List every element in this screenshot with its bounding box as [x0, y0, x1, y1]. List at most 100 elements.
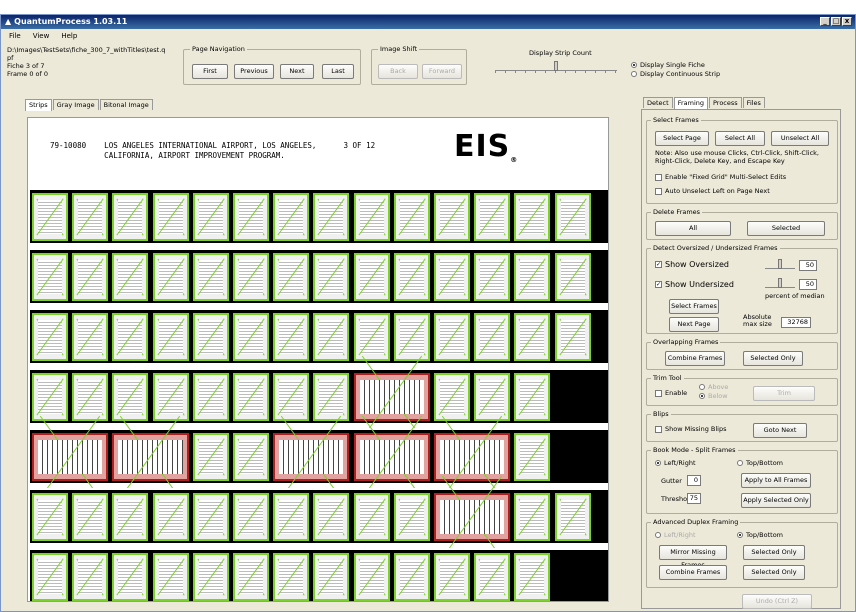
gutter-value[interactable]: 0: [687, 475, 701, 486]
frame-thumbnail[interactable]: [192, 373, 229, 421]
fiche-strip[interactable]: [30, 188, 608, 243]
tab-gray-image[interactable]: Gray Image: [52, 99, 99, 110]
last-button[interactable]: Last: [322, 64, 354, 79]
frame-thumbnail[interactable]: [233, 313, 269, 361]
frame-thumbnail[interactable]: [32, 313, 68, 361]
fiche-strip[interactable]: [30, 428, 608, 483]
frame-thumbnail[interactable]: [474, 553, 511, 601]
trim-above-option[interactable]: Above: [699, 383, 728, 391]
frame-thumbnail[interactable]: [273, 193, 310, 241]
book-left-right-option[interactable]: Left/Right: [655, 459, 696, 467]
max-size-value[interactable]: 32768: [781, 317, 811, 328]
trim-enable-checkbox[interactable]: Enable: [655, 389, 687, 397]
menu-help[interactable]: Help: [59, 30, 79, 42]
overlap-selected-only-button[interactable]: Selected Only: [743, 351, 803, 366]
book-top-bottom-option[interactable]: Top/Bottom: [737, 459, 783, 467]
auto-unselect-checkbox[interactable]: Auto Unselect Left on Page Next: [655, 187, 770, 195]
duplex-combine-frames-button[interactable]: Combine Frames: [659, 565, 727, 580]
mirror-missing-frames-button[interactable]: Mirror Missing Frames: [659, 545, 727, 569]
oversized-frame[interactable]: [353, 433, 430, 481]
frame-thumbnail[interactable]: [313, 493, 350, 541]
tab-framing[interactable]: Framing: [673, 97, 708, 109]
undo-button[interactable]: Undo (Ctrl Z): [742, 594, 812, 609]
strip-viewer[interactable]: 79-10080 LOS ANGELES INTERNATIONAL AIRPO…: [27, 117, 609, 602]
frame-thumbnail[interactable]: [554, 193, 591, 241]
frame-thumbnail[interactable]: [514, 193, 551, 241]
frame-thumbnail[interactable]: [233, 253, 269, 301]
frame-thumbnail[interactable]: [192, 253, 229, 301]
frame-thumbnail[interactable]: [554, 253, 591, 301]
unselect-all-button[interactable]: Unselect All: [771, 131, 829, 146]
frame-thumbnail[interactable]: [434, 313, 470, 361]
frame-thumbnail[interactable]: [393, 553, 430, 601]
frame-thumbnail[interactable]: [313, 553, 350, 601]
show-oversized-checkbox[interactable]: ✓ Show Oversized: [655, 261, 729, 269]
select-all-button[interactable]: Select All: [715, 131, 765, 146]
frame-thumbnail[interactable]: [273, 253, 310, 301]
frame-thumbnail[interactable]: [32, 493, 68, 541]
menu-view[interactable]: View: [31, 30, 52, 42]
slider-thumb[interactable]: [554, 61, 558, 71]
fiche-strip[interactable]: [30, 368, 608, 423]
frame-thumbnail[interactable]: [514, 373, 551, 421]
frame-thumbnail[interactable]: [353, 193, 390, 241]
oversized-frame[interactable]: [112, 433, 189, 481]
frame-thumbnail[interactable]: [353, 253, 390, 301]
frame-thumbnail[interactable]: [434, 373, 470, 421]
frame-thumbnail[interactable]: [514, 313, 551, 361]
show-undersized-checkbox[interactable]: ✓ Show Undersized: [655, 281, 734, 289]
frame-thumbnail[interactable]: [112, 493, 149, 541]
tab-process[interactable]: Process: [709, 97, 742, 108]
frame-thumbnail[interactable]: [112, 253, 149, 301]
display-strip-count-slider[interactable]: [495, 61, 617, 73]
oversized-frame[interactable]: [273, 433, 350, 481]
frame-thumbnail[interactable]: [112, 373, 149, 421]
frame-thumbnail[interactable]: [434, 253, 470, 301]
frame-thumbnail[interactable]: [393, 193, 430, 241]
tab-detect[interactable]: Detect: [643, 97, 673, 108]
frame-thumbnail[interactable]: [273, 553, 310, 601]
frame-thumbnail[interactable]: [32, 373, 68, 421]
minimize-button[interactable]: _: [820, 17, 830, 26]
duplex-top-bottom-option[interactable]: Top/Bottom: [737, 531, 783, 539]
next-button[interactable]: Next: [280, 64, 314, 79]
frame-thumbnail[interactable]: [192, 433, 229, 481]
frame-thumbnail[interactable]: [32, 193, 68, 241]
trim-button[interactable]: Trim: [753, 386, 815, 401]
trim-below-option[interactable]: Below: [699, 392, 728, 400]
forward-button[interactable]: Forward: [422, 64, 462, 79]
frame-thumbnail[interactable]: [152, 553, 189, 601]
frame-thumbnail[interactable]: [474, 373, 511, 421]
frame-thumbnail[interactable]: [72, 373, 109, 421]
goto-next-button[interactable]: Goto Next: [753, 423, 807, 438]
frame-thumbnail[interactable]: [353, 553, 390, 601]
frame-thumbnail[interactable]: [514, 553, 551, 601]
frame-thumbnail[interactable]: [273, 493, 310, 541]
oversize-select-frames-button[interactable]: Select Frames: [669, 299, 719, 314]
frame-thumbnail[interactable]: [434, 193, 470, 241]
fiche-strip[interactable]: [30, 308, 608, 363]
frame-thumbnail[interactable]: [554, 493, 591, 541]
frame-thumbnail[interactable]: [474, 193, 511, 241]
frame-thumbnail[interactable]: [152, 313, 189, 361]
frame-thumbnail[interactable]: [233, 493, 269, 541]
frame-thumbnail[interactable]: [514, 253, 551, 301]
slider-thumb[interactable]: [778, 278, 782, 288]
frame-thumbnail[interactable]: [393, 493, 430, 541]
fiche-strip[interactable]: [30, 488, 608, 543]
close-button[interactable]: x: [842, 17, 852, 26]
frame-thumbnail[interactable]: [233, 433, 269, 481]
frame-thumbnail[interactable]: [152, 253, 189, 301]
title-bar[interactable]: ▲ QuantumProcess 1.03.11 _ □ x: [1, 15, 855, 29]
display-continuous-option[interactable]: Display Continuous Strip: [631, 70, 720, 79]
frame-thumbnail[interactable]: [152, 193, 189, 241]
fiche-strip[interactable]: [30, 248, 608, 303]
frame-thumbnail[interactable]: [313, 313, 350, 361]
frame-thumbnail[interactable]: [233, 553, 269, 601]
frame-thumbnail[interactable]: [72, 253, 109, 301]
frame-thumbnail[interactable]: [192, 493, 229, 541]
oversized-value[interactable]: 50: [799, 260, 817, 271]
delete-all-button[interactable]: All: [655, 221, 731, 236]
frame-thumbnail[interactable]: [192, 193, 229, 241]
maximize-button[interactable]: □: [831, 17, 841, 26]
